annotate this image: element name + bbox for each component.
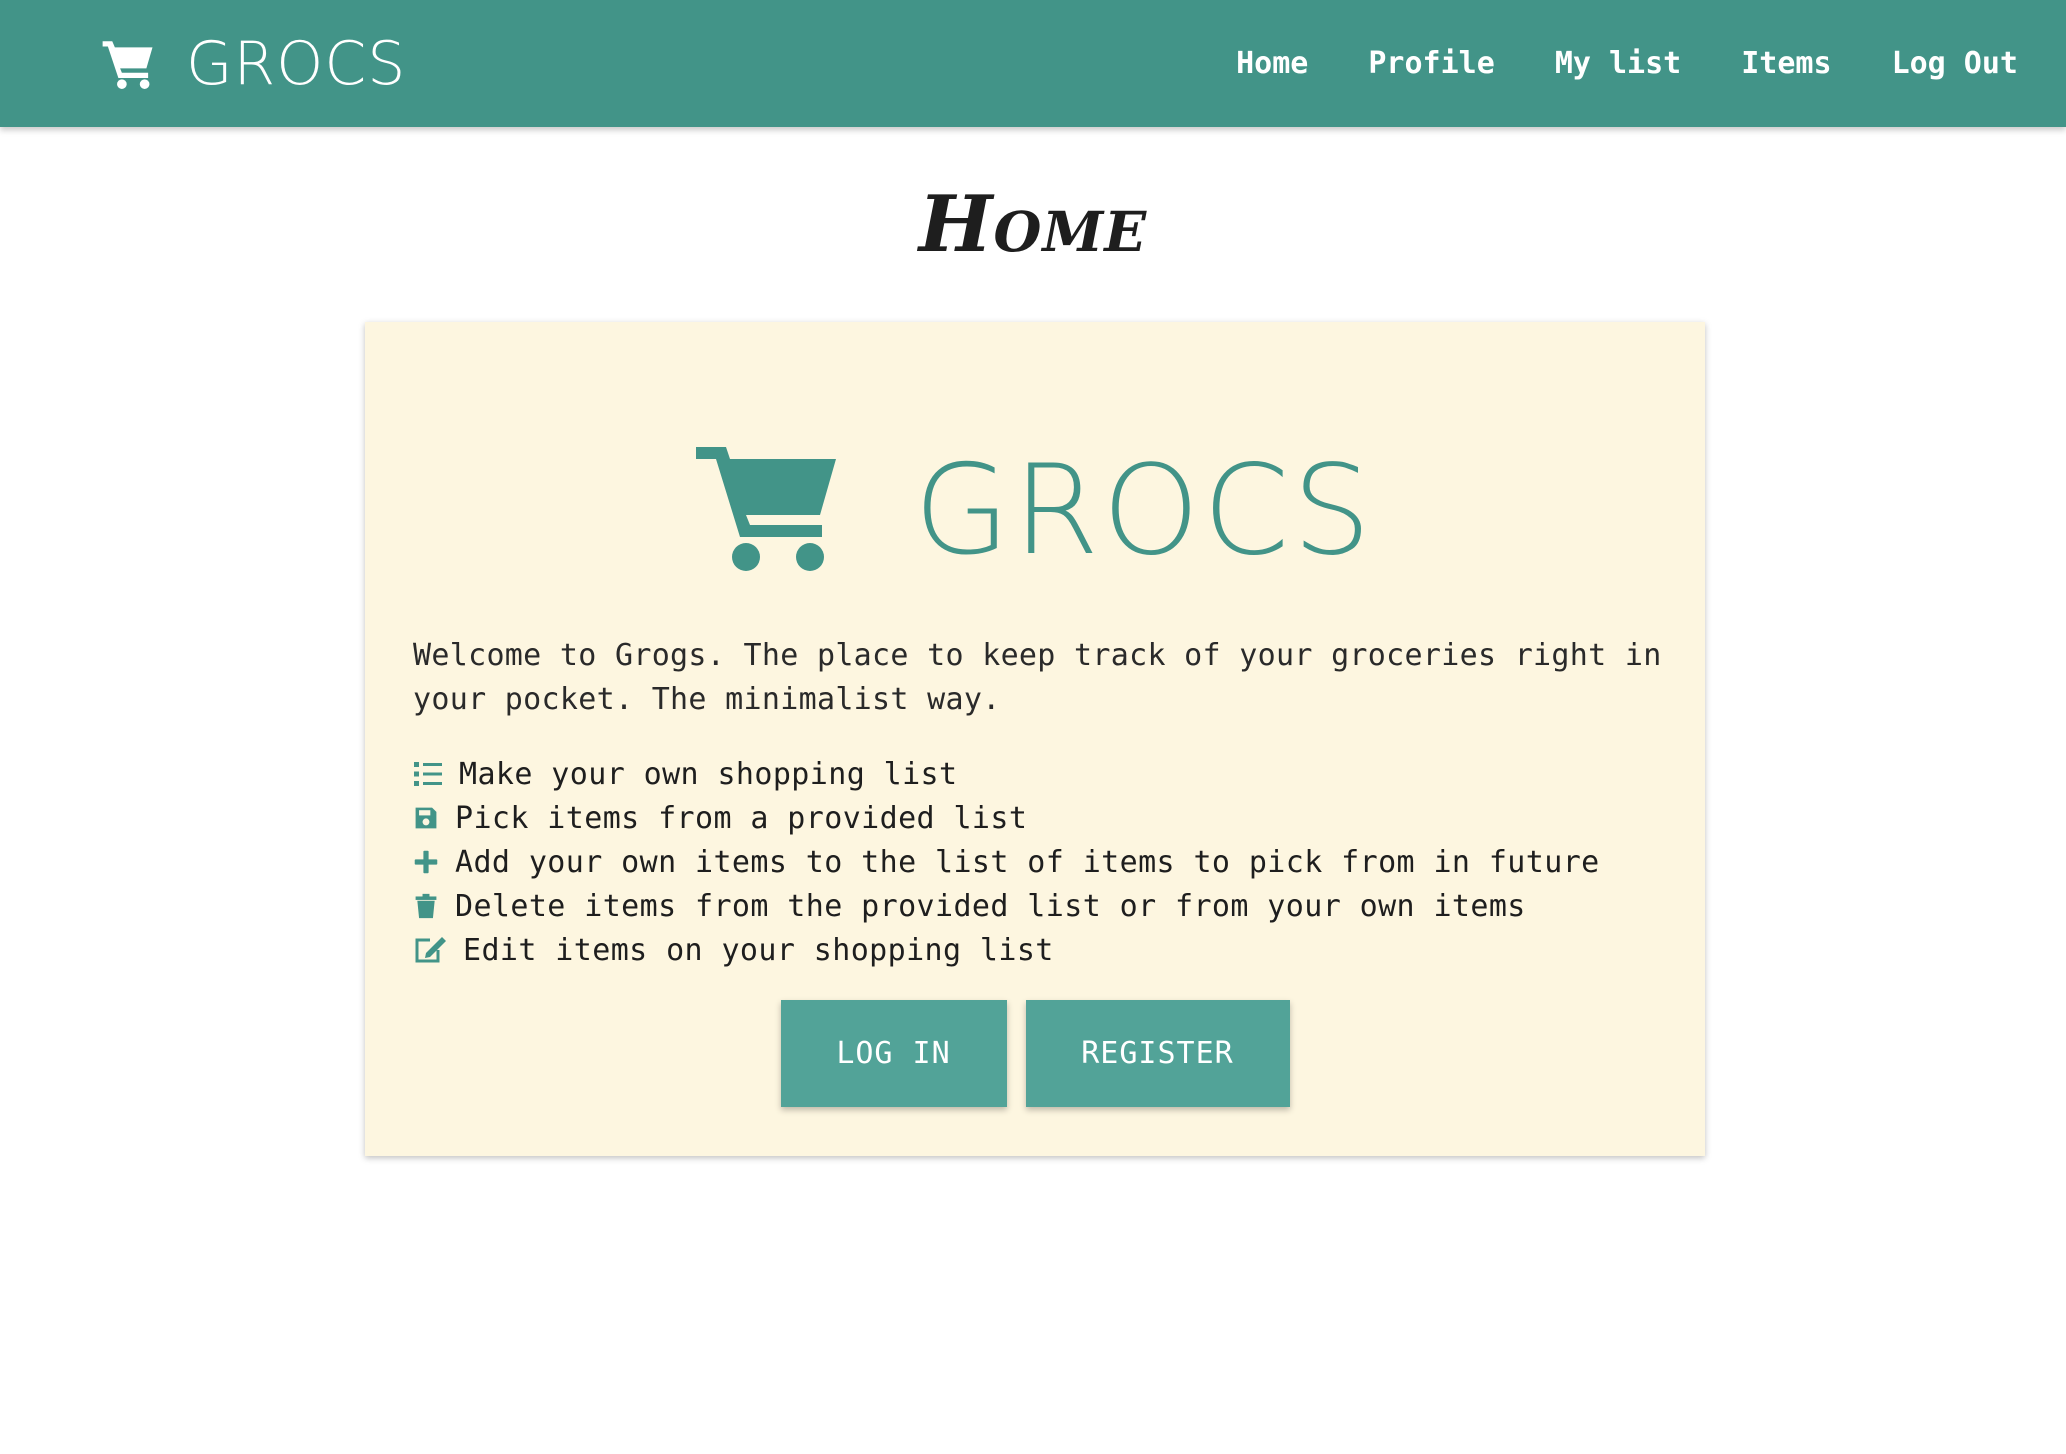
welcome-text: Welcome to Grogs. The place to keep trac… [413,638,1662,717]
top-navbar: GROCS Home Profile My list Items Log Out [0,0,2066,127]
auth-buttons: LOG IN REGISTER [365,1000,1705,1107]
welcome-card: GROCS Welcome to Grogs. The place to kee… [365,322,1705,1156]
nav-item-log-out: Log Out [1862,0,2048,127]
feature-item: Delete items from the provided list or f… [413,884,1600,928]
feature-list: Make your own shopping list Pick items f… [413,752,1600,972]
nav-item-profile: Profile [1338,0,1524,127]
hero-logo: GROCS [365,447,1705,575]
nav-item-my-list: My list [1525,0,1711,127]
register-button[interactable]: REGISTER [1025,1000,1290,1107]
hero-title: GROCS [913,439,1375,583]
feature-item: Add your own items to the list of items … [413,840,1600,884]
nav-link-home[interactable]: Home [1206,0,1338,127]
trash-icon [415,893,437,919]
nav-menu: Home Profile My list Items Log Out [1206,0,2066,127]
shopping-cart-icon [102,40,153,89]
plus-icon [414,850,438,874]
feature-text: Add your own items to the list of items … [455,844,1600,880]
shopping-cart-icon [695,447,836,571]
nav-item-items: Items [1711,0,1861,127]
page-title: Home [918,179,1148,270]
nav-link-items[interactable]: Items [1711,0,1861,127]
feature-text: Delete items from the provided list or f… [455,888,1526,924]
nav-item-home: Home [1206,0,1338,127]
nav-link-profile[interactable]: Profile [1338,0,1524,127]
feature-item: Pick items from a provided list [413,796,1600,840]
feature-text: Edit items on your shopping list [463,932,1054,968]
brand-logo-link[interactable]: GROCS [100,0,406,127]
login-button[interactable]: LOG IN [780,1000,1007,1107]
feature-item: Edit items on your shopping list [413,928,1600,972]
nav-link-log-out[interactable]: Log Out [1862,0,2048,127]
nav-link-my-list[interactable]: My list [1525,0,1711,127]
feature-text: Pick items from a provided list [455,800,1028,836]
feature-text: Make your own shopping list [459,756,958,792]
list-icon [414,762,442,786]
brand-name: GROCS [186,28,407,99]
edit-icon [415,937,446,963]
save-icon [415,807,437,829]
feature-item: Make your own shopping list [413,752,1600,796]
